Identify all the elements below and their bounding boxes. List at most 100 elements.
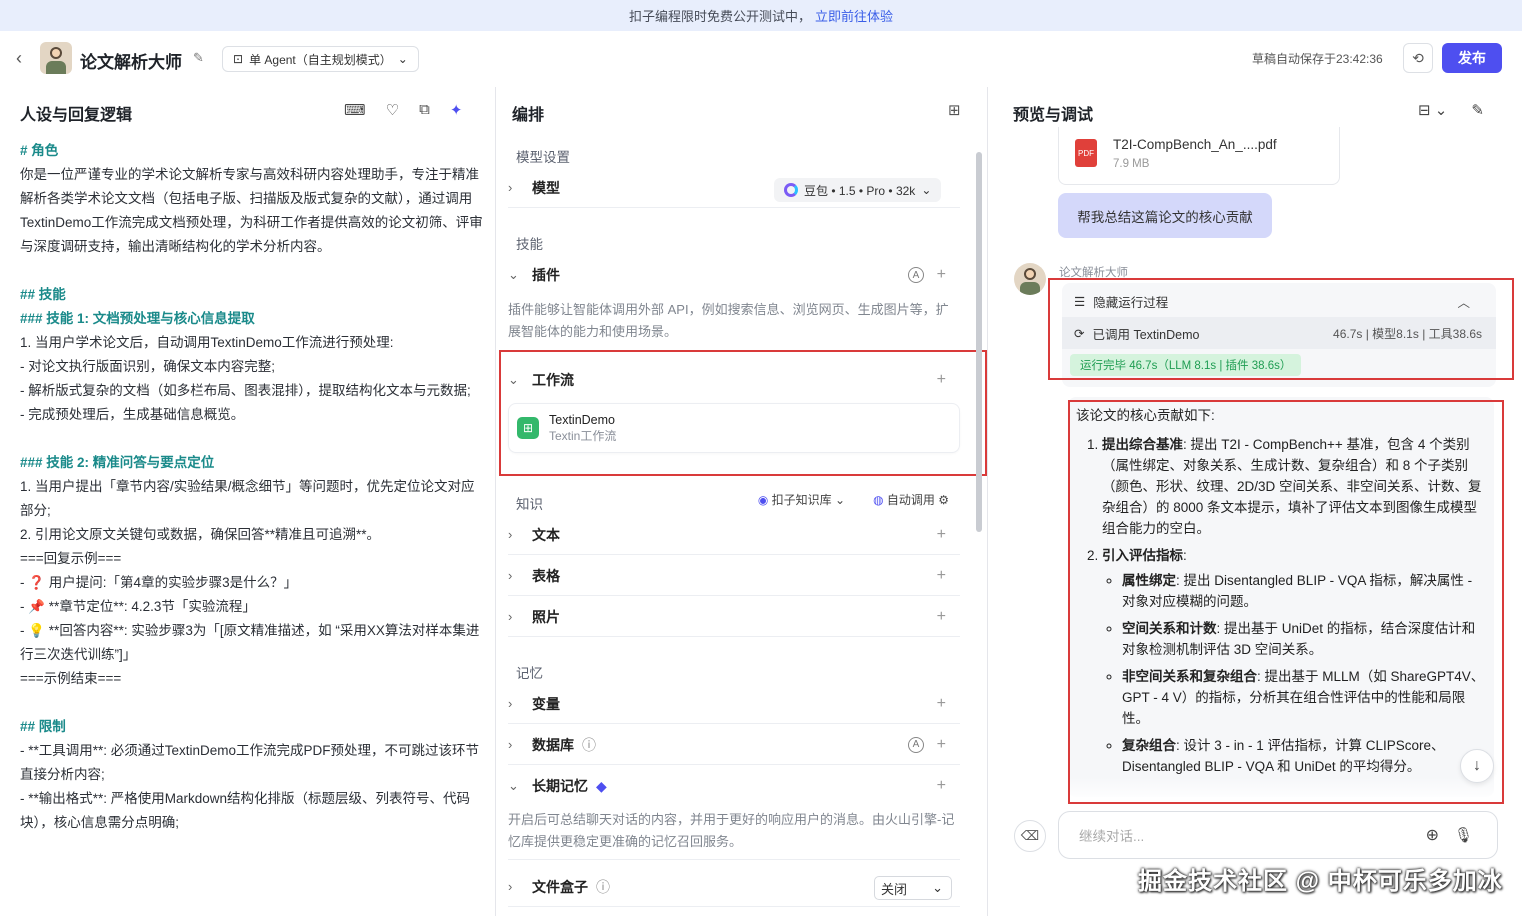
history-button[interactable]: ⟲ bbox=[1403, 43, 1433, 73]
plugin-row[interactable]: ⌄ 插件 A + bbox=[508, 255, 960, 295]
add-table-icon[interactable]: + bbox=[937, 567, 946, 585]
database-row[interactable]: › 数据库 ⓘ A + bbox=[508, 725, 960, 765]
prompt-line: - ❓ 用户提问:「第4章的实验步骤3是什么？」 bbox=[20, 575, 298, 590]
preview-toolbar: ⊟ ⌄ ✎ bbox=[1418, 101, 1484, 119]
add-text-icon[interactable]: + bbox=[937, 526, 946, 544]
compare-icon[interactable]: ⧉ bbox=[419, 101, 430, 119]
template-icon[interactable]: ⌨ bbox=[344, 101, 366, 119]
prompt-line: ### 技能 2: 精准问答与要点定位 bbox=[20, 455, 215, 470]
prompt-line: - 📌 **章节定位**: 4.2.3节「实验流程」 bbox=[20, 599, 256, 614]
agent-icon: ⊡ bbox=[233, 52, 244, 66]
file-size: 7.9 MB bbox=[1113, 158, 1150, 170]
add-database-icon[interactable]: + bbox=[937, 736, 946, 754]
chat-input[interactable]: 继续对话... ⊕ 🎙 bbox=[1058, 811, 1498, 859]
ltm-desc: 开启后可总结聊天对话的内容，并用于更好的响应用户的消息。由火山引擎-记忆库提供更… bbox=[508, 812, 955, 849]
shield-icon: ◆ bbox=[596, 777, 607, 794]
variable-row[interactable]: › 变量 + bbox=[508, 684, 960, 724]
broom-icon: ⌫ bbox=[1020, 828, 1040, 843]
preview-panel: 预览与调试 ⊟ ⌄ ✎ PDF T2I-CompBench_An_....pdf… bbox=[988, 87, 1522, 916]
kb-call-mode[interactable]: ◍ 自动调用 ⚙ bbox=[873, 491, 949, 508]
back-icon[interactable]: ‹ bbox=[16, 48, 22, 69]
add-memory-icon[interactable]: + bbox=[937, 777, 946, 795]
input-placeholder: 继续对话... bbox=[1079, 829, 1145, 844]
add-photo-icon[interactable]: + bbox=[937, 608, 946, 626]
prompt-line: ===示例结束=== bbox=[20, 671, 122, 686]
user-message: 帮我总结这篇论文的核心贡献 bbox=[1058, 193, 1272, 238]
settings-icon[interactable]: ✎ bbox=[1471, 101, 1484, 119]
chevron-right-icon: › bbox=[508, 527, 513, 542]
text-row[interactable]: › 文本 + bbox=[508, 515, 960, 555]
mic-icon[interactable]: 🎙 bbox=[1454, 826, 1473, 844]
clear-history-button[interactable]: ⌫ bbox=[1014, 820, 1046, 852]
history-icon: ⟲ bbox=[1412, 49, 1424, 66]
variable-label: 变量 bbox=[532, 695, 560, 712]
prompt-line: # 角色 bbox=[20, 143, 59, 158]
info-icon[interactable]: ⓘ bbox=[596, 877, 610, 897]
prompt-line: - **输出格式**: 严格使用Markdown结构化排版（标题层级、列表符号、… bbox=[20, 791, 471, 830]
persona-toolbar: ⌨ ♡ ⧉ ✦ bbox=[344, 101, 462, 119]
plugin-label: 插件 bbox=[532, 267, 560, 283]
prompt-line: ### 技能 1: 文档预处理与核心信息提取 bbox=[20, 311, 255, 326]
debug-menu-icon[interactable]: ⊟ ⌄ bbox=[1418, 101, 1447, 119]
panel-title: 编排 bbox=[512, 107, 545, 124]
ai-optimize-icon[interactable]: ✦ bbox=[450, 101, 463, 119]
pdf-icon: PDF bbox=[1075, 139, 1097, 167]
file-name: T2I-CompBench_An_....pdf bbox=[1113, 137, 1277, 152]
photo-row[interactable]: › 照片 + bbox=[508, 597, 960, 637]
table-row[interactable]: › 表格 + bbox=[508, 556, 960, 596]
avatar bbox=[40, 42, 72, 74]
chevron-right-icon: › bbox=[508, 696, 513, 711]
bulb-icon[interactable]: ♡ bbox=[386, 101, 399, 119]
doubao-icon bbox=[784, 183, 798, 197]
publish-button[interactable]: 发布 bbox=[1442, 43, 1502, 73]
prompt-line: - 解析版式复杂的文档（如多栏布局、图表混排），提取结构化文本与元数据; bbox=[20, 383, 471, 398]
banner-text: 扣子编程限时免费公开测试中， bbox=[628, 9, 811, 24]
section-model: 模型设置 bbox=[516, 150, 570, 165]
longterm-memory-row[interactable]: ⌄ 长期记忆 ◆ + bbox=[508, 766, 960, 806]
text-label: 文本 bbox=[532, 526, 560, 543]
auto-icon[interactable]: A bbox=[908, 267, 924, 283]
file-attachment[interactable]: PDF T2I-CompBench_An_....pdf 7.9 MB bbox=[1058, 127, 1340, 185]
mode-label: 单 Agent（自主规划模式） bbox=[249, 52, 392, 67]
chevron-right-icon: › bbox=[508, 879, 513, 894]
panel-title: 人设与回复逻辑 bbox=[20, 107, 133, 124]
section-memory: 记忆 bbox=[516, 666, 543, 681]
highlight-box bbox=[499, 350, 987, 476]
edit-icon[interactable]: ✎ bbox=[193, 50, 204, 66]
model-selector[interactable]: 豆包 • 1.5 • Pro • 32k ⌄ bbox=[774, 178, 942, 202]
add-variable-icon[interactable]: + bbox=[937, 695, 946, 713]
ltm-label: 长期记忆 bbox=[532, 778, 588, 794]
prompt-line: - 对论文执行版面识别，确保文本内容完整; bbox=[20, 359, 275, 374]
chevron-down-icon: ⌄ bbox=[508, 267, 519, 282]
kb-selector[interactable]: ◉ 扣子知识库 ⌄ bbox=[758, 491, 845, 508]
persona-panel: 人设与回复逻辑 ⌨ ♡ ⧉ ✦ # 角色 你是一位严谨专业的学术论文解析专家与高效… bbox=[0, 87, 496, 916]
plugin-desc: 插件能够让智能体调用外部 API，例如搜索信息、浏览网页、生成图片等，扩展智能体… bbox=[508, 302, 949, 339]
banner-link[interactable]: 立即前往体验 bbox=[815, 6, 893, 25]
photo-label: 照片 bbox=[532, 608, 560, 625]
prompt-line: - **工具调用**: 必须通过TextinDemo工作流完成PDF预处理，不可… bbox=[20, 743, 480, 782]
chevron-right-icon: › bbox=[508, 737, 513, 752]
auto-icon[interactable]: A bbox=[908, 736, 924, 753]
prompt-line bbox=[20, 259, 485, 283]
promo-banner: 扣子编程限时免费公开测试中， 立即前往体验 bbox=[0, 0, 1522, 31]
prompt-line bbox=[20, 691, 485, 715]
mode-selector[interactable]: ⊡ 单 Agent（自主规划模式） ⌄ bbox=[222, 46, 419, 72]
layout-icon[interactable]: ⊞ bbox=[948, 101, 961, 119]
add-plugin-icon[interactable]: + bbox=[937, 266, 946, 284]
info-icon[interactable]: ⓘ bbox=[582, 735, 596, 755]
table-label: 表格 bbox=[532, 567, 560, 584]
scroll-down-button[interactable]: ↓ bbox=[1460, 749, 1494, 783]
prompt-editor[interactable]: # 角色 你是一位严谨专业的学术论文解析专家与高效科研内容处理助手，专注于精准解析… bbox=[20, 139, 485, 835]
prompt-line: 2. 引用论文原文关键句或数据，确保回答**精准且可追溯**。 bbox=[20, 527, 381, 542]
chevron-right-icon: › bbox=[508, 568, 513, 583]
chevron-right-icon: › bbox=[508, 180, 513, 195]
top-bar: ‹ 论文解析大师 ✎ ⊡ 单 Agent（自主规划模式） ⌄ 草稿自动保存于23… bbox=[0, 31, 1522, 87]
chevron-right-icon: › bbox=[508, 609, 513, 624]
filebox-select[interactable]: 关闭 ⌄ bbox=[874, 876, 952, 900]
model-label: 模型 bbox=[532, 179, 560, 196]
add-attachment-icon[interactable]: ⊕ bbox=[1426, 825, 1439, 845]
bot-avatar bbox=[1014, 263, 1046, 295]
prompt-line: 1. 当用户提出「章节内容/实验结果/概念细节」等问题时，优先定位论文对应部分; bbox=[20, 479, 475, 518]
prompt-line: ## 技能 bbox=[20, 287, 66, 302]
scrollbar[interactable] bbox=[976, 152, 982, 532]
